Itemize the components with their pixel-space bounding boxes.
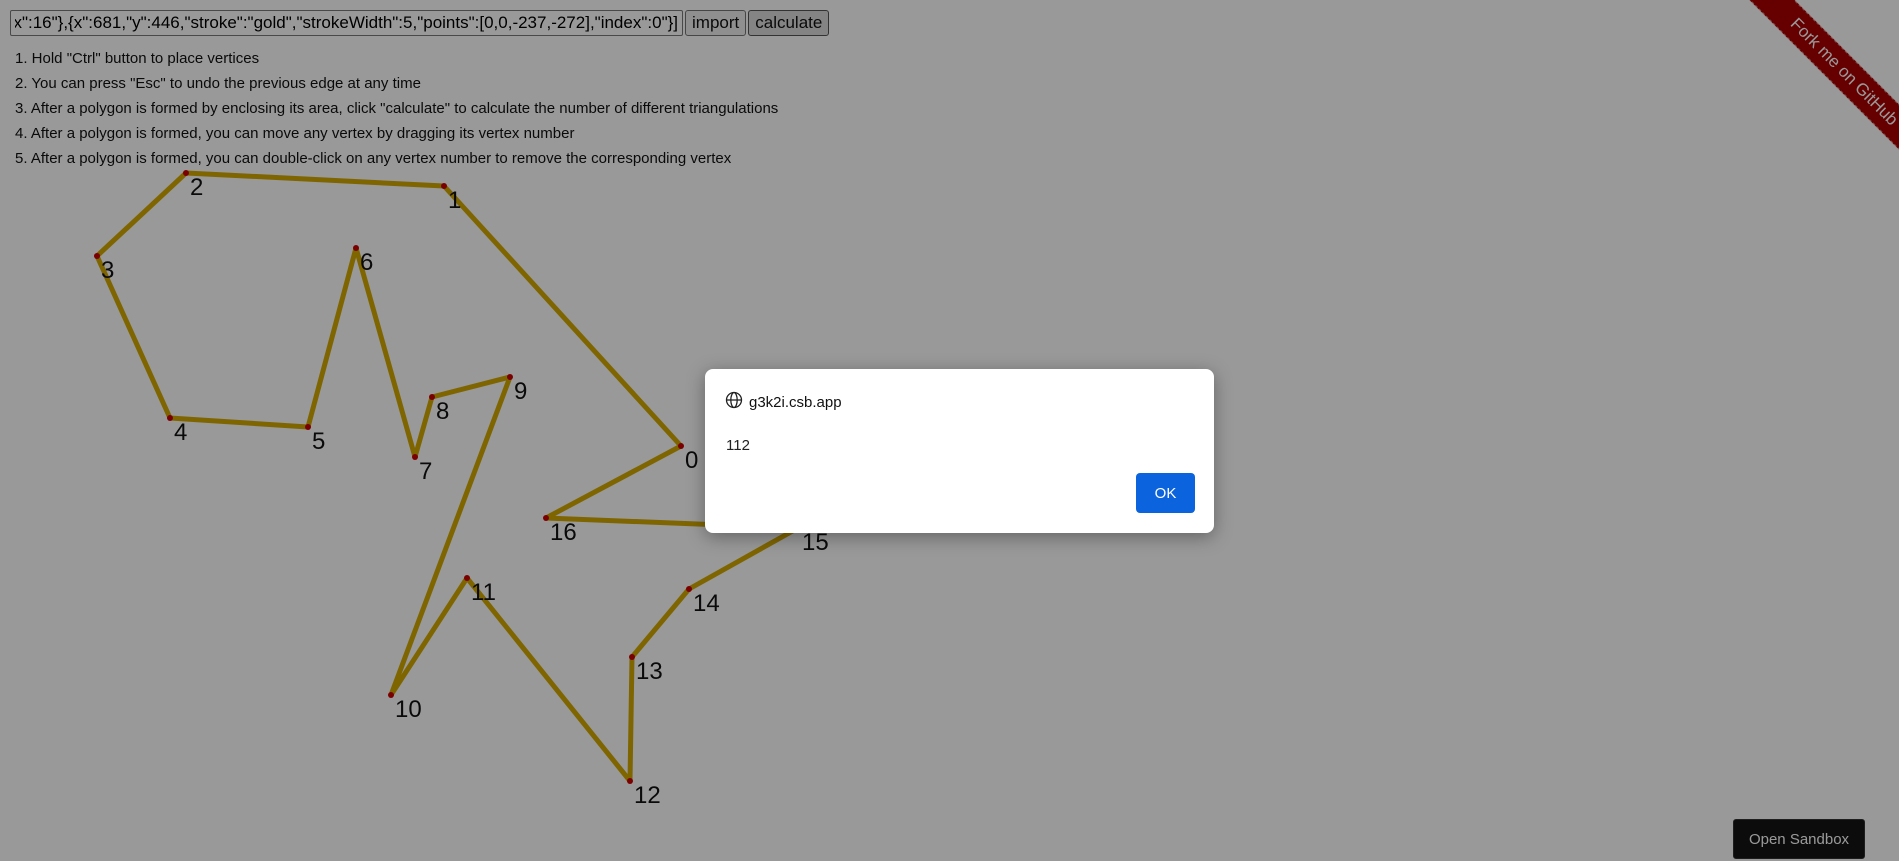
dialog-message: 112 bbox=[726, 437, 750, 454]
ok-button[interactable]: OK bbox=[1136, 473, 1195, 513]
app-page: 012345678910111213141516 import calculat… bbox=[0, 0, 1899, 861]
dialog-origin-text: g3k2i.csb.app bbox=[749, 394, 842, 411]
alert-dialog: g3k2i.csb.app 112 OK bbox=[705, 369, 1214, 533]
globe-icon bbox=[725, 391, 743, 414]
dialog-origin: g3k2i.csb.app bbox=[725, 391, 842, 414]
